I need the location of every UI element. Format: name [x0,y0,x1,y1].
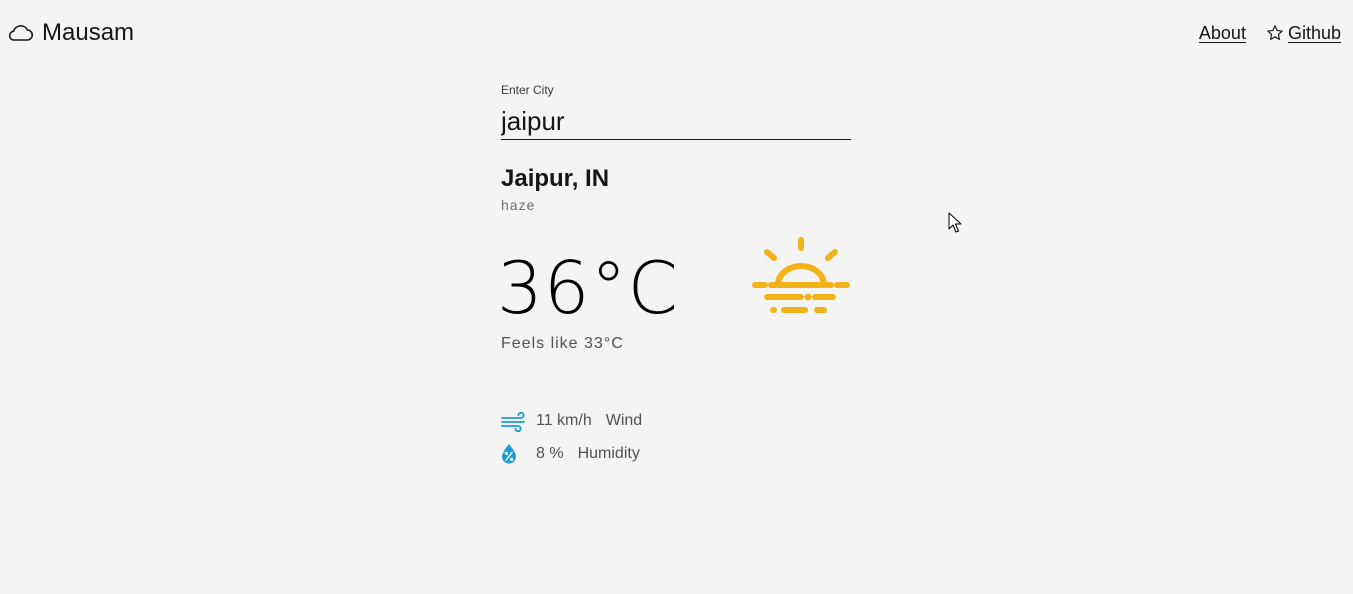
humidity-value: 8 % [536,444,564,462]
github-link-label: Github [1287,23,1341,43]
wind-stat: 11 km/h Wind [501,404,851,437]
github-link[interactable]: Github [1266,22,1341,44]
humidity-label: Humidity [577,444,640,462]
location-title: Jaipur, IN [501,165,610,192]
city-input[interactable] [501,104,851,140]
humidity-drop-icon [502,443,516,463]
weather-condition: haze [501,197,536,213]
temperature-row: 36°C [497,236,851,340]
wind-value: 11 km/h [536,411,592,429]
top-nav: About Github [1199,22,1341,44]
app-name: Mausam [42,19,135,46]
weather-panel: Enter City Jaipur, IN haze 36°C Feels l [497,82,851,470]
header: Mausam About Github [0,0,1353,66]
haze-sun-icon [752,237,850,313]
about-link[interactable]: About [1199,22,1246,44]
wind-icon [501,411,525,432]
weather-stats: 11 km/h Wind 8 % Humidity [501,404,851,470]
temperature-value: 36°C [497,246,679,330]
city-input-label: Enter City [501,83,554,97]
wind-label: Wind [605,411,643,429]
star-icon [1267,25,1283,40]
brand[interactable]: Mausam [6,19,134,47]
mouse-cursor-icon [948,212,962,233]
cloud-icon [8,25,34,41]
humidity-stat: 8 % Humidity [501,437,851,470]
